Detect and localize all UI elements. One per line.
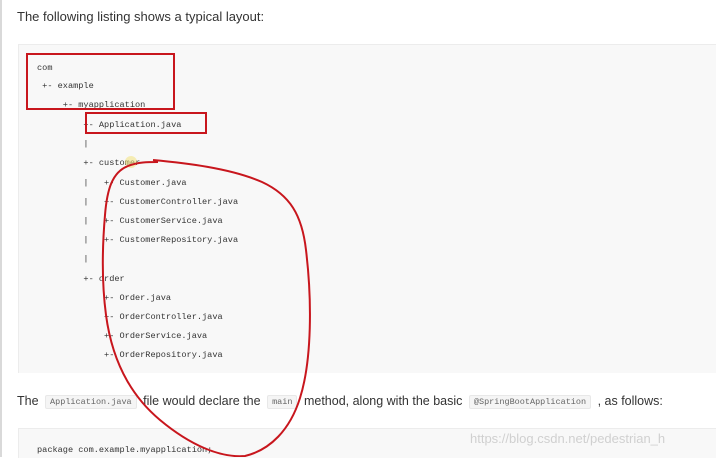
intro-text: The following listing shows a typical la…	[17, 9, 265, 24]
tree-line: +- customer	[37, 158, 141, 168]
tree-line: | +- CustomerService.java	[37, 216, 223, 226]
tree-line: +- Order.java	[37, 293, 172, 303]
para-text: method, along with the basic	[303, 394, 463, 408]
tree-line: |	[37, 139, 89, 149]
tree-line: +- order	[37, 274, 125, 284]
tree-line: |	[37, 254, 89, 264]
tree-line: +- Application.java	[37, 120, 182, 130]
tree-line: +- myapplication	[37, 100, 146, 110]
tree-line: +- OrderService.java	[37, 331, 208, 341]
para-text: file would declare the	[143, 394, 261, 408]
inline-code-annotation: @SpringBootApplication	[468, 395, 592, 409]
left-border	[0, 0, 2, 457]
tree-line: com	[37, 63, 53, 73]
tree-line: | +- Customer.java	[37, 178, 187, 188]
tree-line: | +- CustomerController.java	[37, 197, 239, 207]
para-text: , as follows:	[597, 394, 663, 408]
tree-line: | +- CustomerRepository.java	[37, 235, 239, 245]
inline-code-application: Application.java	[45, 395, 137, 409]
tree-line: +- example	[37, 81, 94, 91]
inline-code-main: main	[267, 395, 298, 409]
tree-line: +- OrderController.java	[37, 312, 223, 322]
layout-code-block	[18, 44, 716, 373]
package-declaration: package com.example.myapplication;	[37, 445, 213, 455]
description-paragraph: The Application.java file would declare …	[17, 394, 663, 409]
tree-line: +- OrderRepository.java	[37, 350, 223, 360]
para-text: The	[17, 394, 39, 408]
csdn-watermark: https://blog.csdn.net/pedestrian_h	[470, 431, 666, 446]
